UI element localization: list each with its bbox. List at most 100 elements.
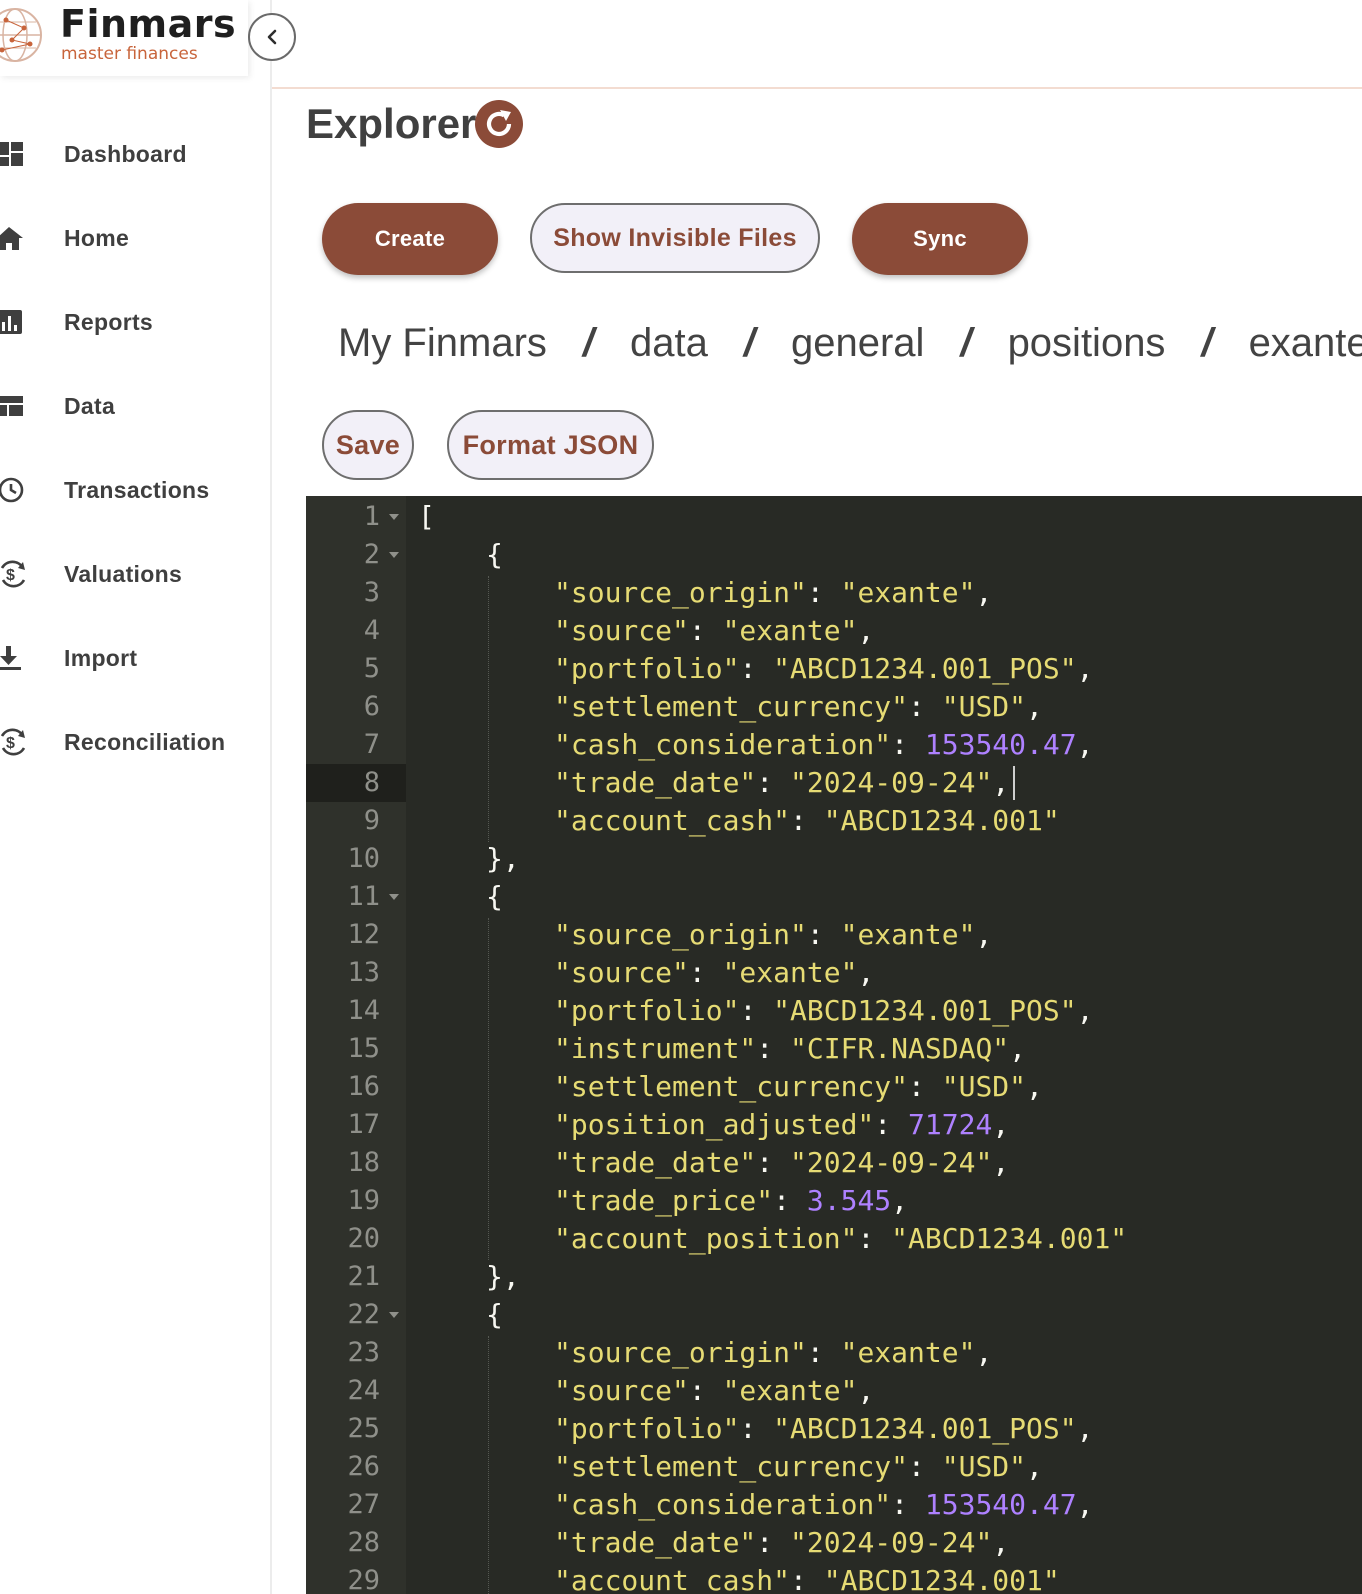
code-line[interactable]: 19 "trade_price": 3.545, <box>306 1182 1362 1220</box>
code-line[interactable]: 20 "account_position": "ABCD1234.001" <box>306 1220 1362 1258</box>
show-invisible-files-button[interactable]: Show Invisible Files <box>530 203 820 273</box>
line-number: 3 <box>363 577 380 608</box>
refresh-button[interactable] <box>475 100 523 148</box>
logo[interactable]: Finmars master finances <box>0 0 248 76</box>
sidebar-item-label: Data <box>64 392 116 419</box>
code-line[interactable]: 29 "account_cash": "ABCD1234.001" <box>306 1562 1362 1594</box>
json-key: "portfolio" <box>554 994 740 1027</box>
json-key: "source_origin" <box>554 918 807 951</box>
save-button[interactable]: Save <box>322 410 414 480</box>
code-text: "settlement_currency": "USD", <box>554 1448 1043 1486</box>
code-line[interactable]: 21}, <box>306 1258 1362 1296</box>
code-text: }, <box>486 1258 520 1296</box>
code-line[interactable]: 7 "cash_consideration": 153540.47, <box>306 726 1362 764</box>
sidebar-item-label: Reconciliation <box>64 728 226 755</box>
code-line[interactable]: 24 "source": "exante", <box>306 1372 1362 1410</box>
currency-cycle-icon: $ <box>0 727 28 757</box>
code-text: "source": "exante", <box>554 1372 874 1410</box>
sync-button[interactable]: Sync <box>852 203 1028 275</box>
fold-arrow-icon[interactable] <box>389 894 399 900</box>
line-number: 12 <box>347 919 380 950</box>
sidebar-item-transactions[interactable]: Transactions <box>0 448 272 532</box>
code-line[interactable]: 10}, <box>306 840 1362 878</box>
code-text: "portfolio": "ABCD1234.001_POS", <box>554 992 1093 1030</box>
code-line[interactable]: 11{ <box>306 878 1362 916</box>
sidebar-item-label: Reports <box>64 308 154 335</box>
line-number: 13 <box>347 957 380 988</box>
json-key: "account_cash" <box>554 804 791 837</box>
breadcrumb-item[interactable]: positions <box>1008 321 1166 366</box>
line-number: 14 <box>347 995 380 1026</box>
code-line[interactable]: 13 "source": "exante", <box>306 954 1362 992</box>
sidebar-item-data[interactable]: Data <box>0 364 272 448</box>
fold-arrow-icon[interactable] <box>389 1312 399 1318</box>
json-key: "position_adjusted" <box>554 1108 875 1141</box>
download-icon <box>0 643 28 673</box>
code-line[interactable]: 17 "position_adjusted": 71724, <box>306 1106 1362 1144</box>
fold-arrow-icon[interactable] <box>389 552 399 558</box>
json-punctuation: , <box>1076 994 1094 1027</box>
breadcrumb-item[interactable]: exante_c <box>1249 321 1362 366</box>
code-line[interactable]: 26 "settlement_currency": "USD", <box>306 1448 1362 1486</box>
code-line[interactable]: 18 "trade_date": "2024-09-24", <box>306 1144 1362 1182</box>
code-line[interactable]: 12 "source_origin": "exante", <box>306 916 1362 954</box>
format-json-button[interactable]: Format JSON <box>447 410 654 480</box>
code-line[interactable]: 8 "trade_date": "2024-09-24", <box>306 764 1362 802</box>
line-number: 7 <box>363 729 380 760</box>
code-line[interactable]: 14 "portfolio": "ABCD1234.001_POS", <box>306 992 1362 1030</box>
code-text: "source": "exante", <box>554 612 874 650</box>
code-text: "position_adjusted": 71724, <box>554 1106 1009 1144</box>
fold-arrow-icon[interactable] <box>389 514 399 520</box>
code-line[interactable]: 1[ <box>306 498 1362 536</box>
sidebar-item-reports[interactable]: Reports <box>0 280 272 364</box>
collapse-sidebar-button[interactable] <box>248 13 296 61</box>
svg-text:$: $ <box>6 735 15 752</box>
json-punctuation: , <box>1026 1070 1043 1103</box>
sidebar-item-dashboard[interactable]: Dashboard <box>0 112 272 196</box>
json-code-editor[interactable]: 1[2{3 "source_origin": "exante", 4 "source"… <box>306 496 1362 1594</box>
page-title: Explorer <box>306 100 477 147</box>
text-cursor <box>1013 766 1015 800</box>
code-line[interactable]: 15 "instrument": "CIFR.NASDAQ", <box>306 1030 1362 1068</box>
sidebar-item-import[interactable]: Import <box>0 616 272 700</box>
json-string-value: "ABCD1234.001" <box>823 804 1060 837</box>
code-line[interactable]: 5 "portfolio": "ABCD1234.001_POS", <box>306 650 1362 688</box>
line-number: 23 <box>347 1337 380 1368</box>
code-line[interactable]: 9 "account_cash": "ABCD1234.001" <box>306 802 1362 840</box>
breadcrumb-item[interactable]: My Finmars <box>338 321 547 366</box>
line-number: 16 <box>347 1071 380 1102</box>
code-line[interactable]: 22{ <box>306 1296 1362 1334</box>
sidebar-item-reconciliation[interactable]: $ Reconciliation <box>0 700 272 784</box>
code-line[interactable]: 4 "source": "exante", <box>306 612 1362 650</box>
code-line[interactable]: 25 "portfolio": "ABCD1234.001_POS", <box>306 1410 1362 1448</box>
breadcrumb: My Finmars / data / general / positions … <box>338 318 1362 368</box>
json-number-value: 3.545 <box>806 1184 892 1217</box>
code-text: "portfolio": "ABCD1234.001_POS", <box>554 1410 1093 1448</box>
code-line[interactable]: 16 "settlement_currency": "USD", <box>306 1068 1362 1106</box>
json-punctuation: : <box>857 1222 892 1255</box>
code-line[interactable]: 28 "trade_date": "2024-09-24", <box>306 1524 1362 1562</box>
json-string-value: "exante" <box>722 956 858 989</box>
json-punctuation: : <box>908 1450 942 1483</box>
breadcrumb-item[interactable]: general <box>791 321 924 366</box>
sidebar-item-home[interactable]: Home <box>0 196 272 280</box>
code-line[interactable]: 23 "source_origin": "exante", <box>306 1334 1362 1372</box>
bar-chart-icon <box>0 307 28 337</box>
create-button[interactable]: Create <box>322 203 498 275</box>
code-text: }, <box>486 840 520 878</box>
code-line[interactable]: 6 "settlement_currency": "USD", <box>306 688 1362 726</box>
table-icon <box>0 391 28 421</box>
json-string-value: "exante" <box>722 1374 858 1407</box>
line-number: 10 <box>347 843 380 874</box>
json-string-value: "exante" <box>840 1336 976 1369</box>
breadcrumb-separator: / <box>743 320 755 365</box>
code-text: "settlement_currency": "USD", <box>554 688 1043 726</box>
globe-logo-icon <box>0 8 42 62</box>
code-line[interactable]: 27 "cash_consideration": 153540.47, <box>306 1486 1362 1524</box>
sidebar-item-label: Import <box>64 644 138 671</box>
sidebar-item-valuations[interactable]: $ Valuations <box>0 532 272 616</box>
breadcrumb-item[interactable]: data <box>630 321 708 366</box>
code-line[interactable]: 3 "source_origin": "exante", <box>306 574 1362 612</box>
code-line[interactable]: 2{ <box>306 536 1362 574</box>
json-punctuation: [ <box>418 500 435 533</box>
